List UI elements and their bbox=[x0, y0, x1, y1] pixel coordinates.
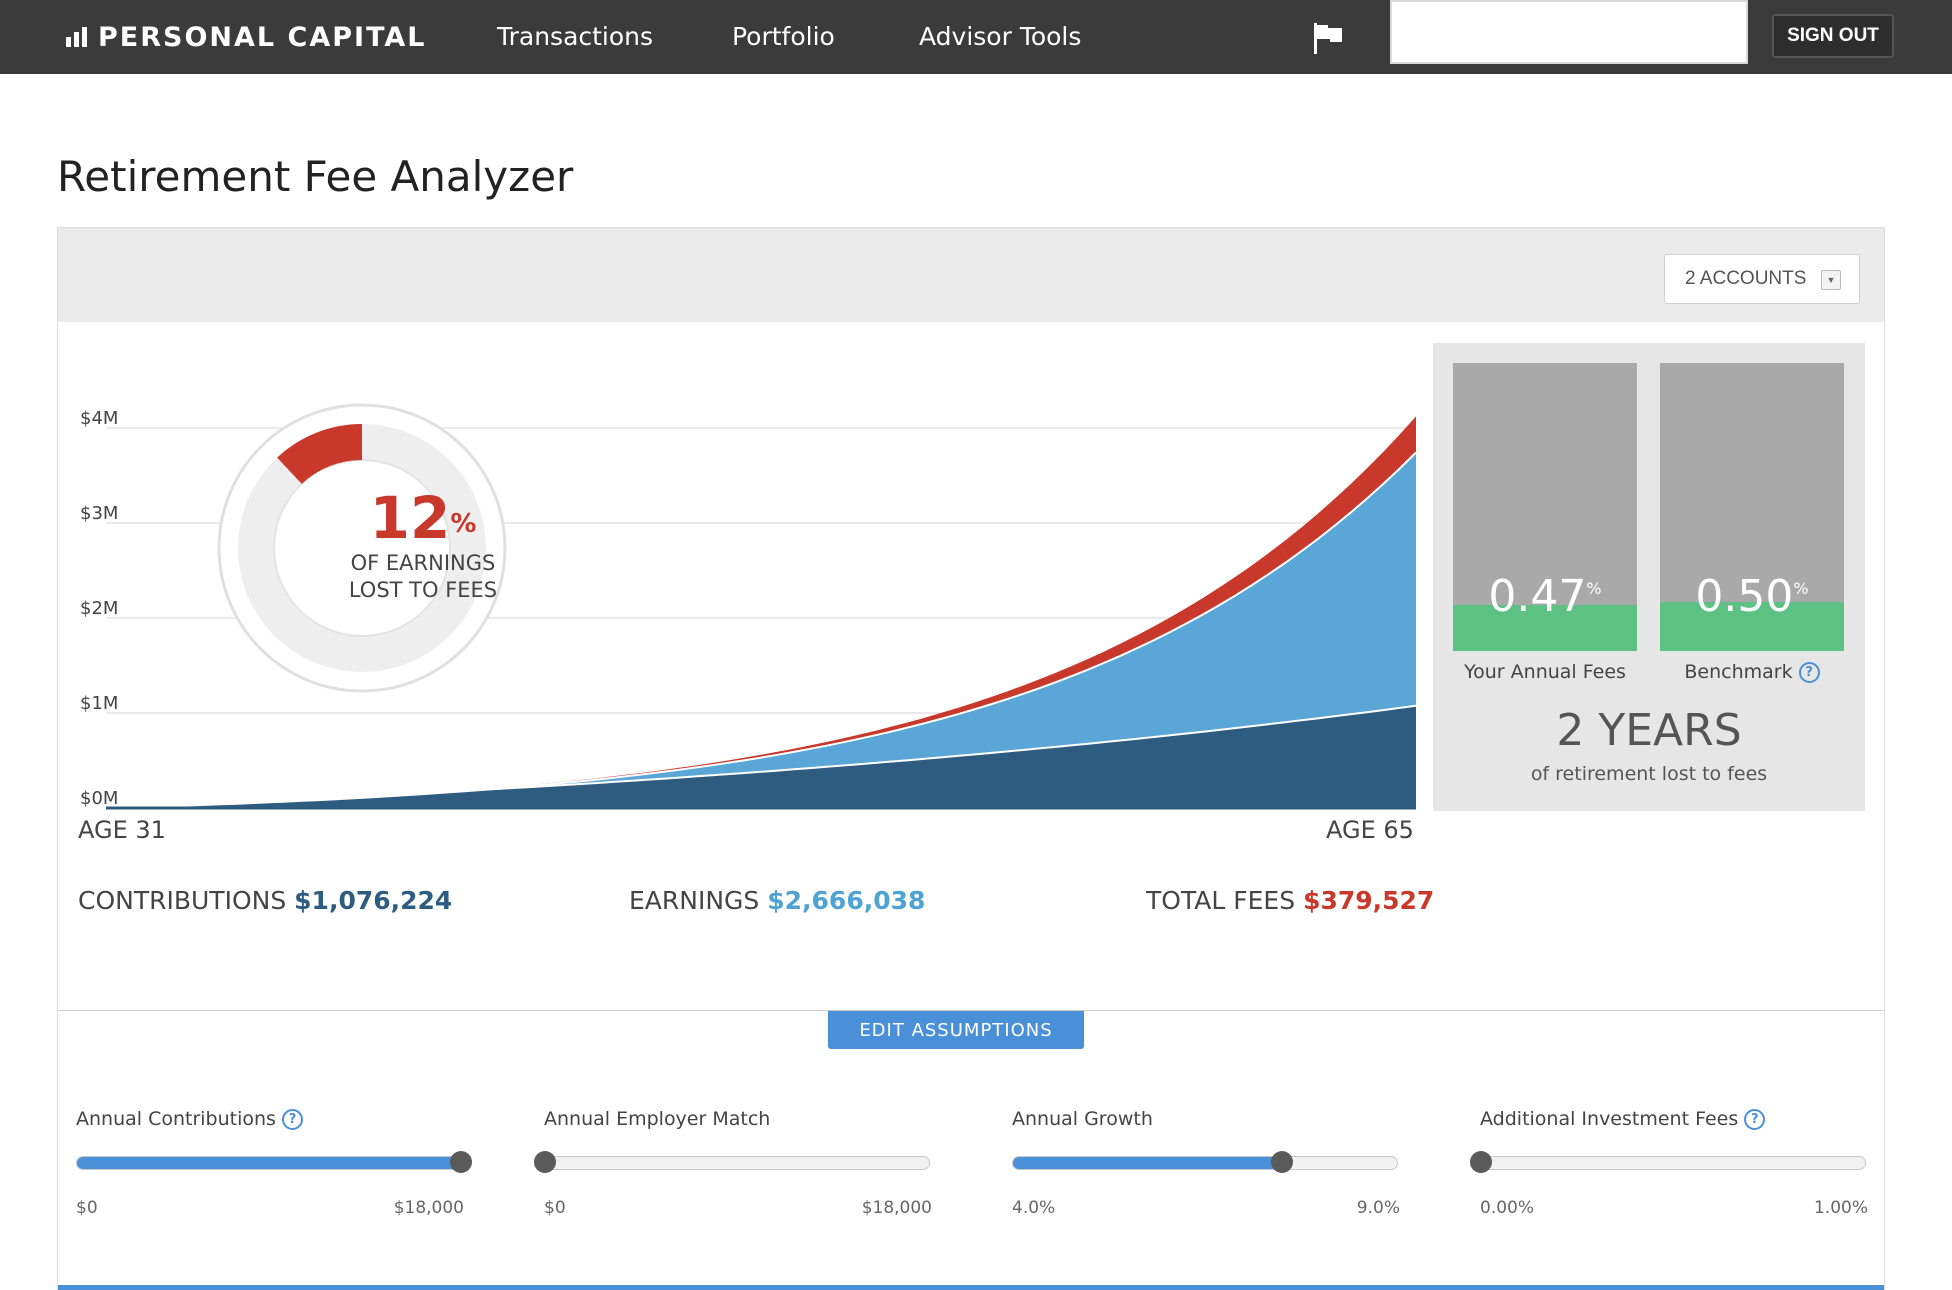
slider-fill bbox=[77, 1157, 461, 1169]
benchmark-number: 0.50 bbox=[1695, 571, 1794, 622]
slider-additional-investment-fees: Additional Investment Fees ? 0.00% 1.00% bbox=[1470, 1108, 1868, 1218]
brand-logo[interactable]: PERSONAL CAPITAL bbox=[66, 18, 427, 56]
brand-name: PERSONAL CAPITAL bbox=[98, 21, 427, 53]
earnings-label: EARNINGS bbox=[629, 886, 760, 915]
nav-link-portfolio[interactable]: Portfolio bbox=[732, 22, 835, 51]
bottom-accent-line bbox=[58, 1285, 1884, 1290]
slider-max-label: 1.00% bbox=[1813, 1198, 1868, 1218]
sign-out-button[interactable]: SIGN OUT bbox=[1772, 14, 1894, 58]
slider-label-text: Annual Growth bbox=[1012, 1108, 1153, 1130]
chevron-down-icon: ▼ bbox=[1821, 270, 1841, 290]
help-icon[interactable]: ? bbox=[1798, 662, 1820, 683]
your-fees-unit: % bbox=[1586, 579, 1602, 598]
edit-assumptions-button[interactable]: EDIT ASSUMPTIONS bbox=[828, 1011, 1084, 1049]
slider-fill bbox=[1013, 1157, 1282, 1169]
total-fees-value: $379,527 bbox=[1303, 886, 1435, 915]
search-input[interactable] bbox=[1390, 0, 1748, 64]
accounts-dropdown[interactable]: 2 ACCOUNTS ▼ bbox=[1664, 254, 1860, 304]
slider-label: Annual Growth bbox=[1012, 1108, 1400, 1138]
your-fees-caption: Your Annual Fees bbox=[1464, 661, 1626, 683]
slider-label-text: Annual Employer Match bbox=[544, 1108, 771, 1130]
years-lost-caption: of retirement lost to fees bbox=[1530, 763, 1768, 785]
your-fees-bar: 0.47% bbox=[1453, 363, 1637, 651]
accounts-dropdown-value: 2 ACCOUNTS bbox=[1685, 268, 1807, 289]
slider-min-label: 0.00% bbox=[1480, 1198, 1535, 1218]
slider-track[interactable] bbox=[1470, 1151, 1866, 1173]
slider-min-label: $0 bbox=[544, 1198, 566, 1218]
donut-line-2: LOST TO FEES bbox=[348, 578, 498, 602]
years-lost-value: 2 YEARS bbox=[1556, 705, 1742, 756]
slider-max-label: 9.0% bbox=[1356, 1198, 1400, 1218]
nav-link-transactions[interactable]: Transactions bbox=[497, 22, 653, 51]
fee-comparison-box: 0.47% Your Annual Fees 0.50% Benchmark ?… bbox=[1433, 343, 1865, 811]
y-tick-label: $1M bbox=[80, 693, 118, 714]
x-axis-start-label: AGE 31 bbox=[78, 816, 166, 844]
slider-min-label: 4.0% bbox=[1012, 1198, 1056, 1218]
benchmark-caption: Benchmark ? bbox=[1660, 661, 1844, 683]
x-axis-end-label: AGE 65 bbox=[1326, 816, 1414, 844]
slider-label: Annual Contributions ? bbox=[76, 1108, 464, 1138]
slider-annual-employer-match: Annual Employer Match $0 $18,000 bbox=[534, 1108, 932, 1218]
slider-annual-growth: Annual Growth 4.0% 9.0% bbox=[1012, 1108, 1400, 1218]
donut-label: 12% OF EARNINGS LOST TO FEES bbox=[253, 486, 593, 604]
slider-track[interactable] bbox=[76, 1151, 472, 1173]
slider-label-text: Additional Investment Fees bbox=[1480, 1108, 1739, 1130]
contributions-value: $1,076,224 bbox=[294, 886, 453, 915]
flag-icon[interactable] bbox=[1310, 20, 1346, 56]
y-tick-label: $3M bbox=[80, 503, 118, 524]
y-tick-label: $2M bbox=[80, 598, 118, 619]
slider-min-label: $0 bbox=[76, 1198, 98, 1218]
fee-analyzer-panel: 2 ACCOUNTS ▼ $4M $3M $2M $1M $0M 12% OF EARN… bbox=[57, 227, 1885, 1290]
benchmark-value: 0.50% bbox=[1660, 571, 1844, 622]
slider-label: Annual Employer Match bbox=[544, 1108, 932, 1138]
donut-percent-sign: % bbox=[450, 509, 477, 539]
help-icon[interactable]: ? bbox=[1744, 1109, 1766, 1130]
slider-track[interactable] bbox=[534, 1151, 930, 1173]
slider-track[interactable] bbox=[1012, 1151, 1398, 1173]
help-icon[interactable]: ? bbox=[282, 1109, 304, 1130]
bar-chart-icon bbox=[66, 27, 90, 47]
slider-handle[interactable] bbox=[1470, 1151, 1492, 1173]
donut-percent: 12% bbox=[253, 486, 593, 550]
slider-label-text: Annual Contributions bbox=[76, 1108, 276, 1130]
donut-percent-value: 12 bbox=[369, 484, 451, 552]
benchmark-caption-text: Benchmark bbox=[1684, 661, 1793, 683]
earnings-summary: EARNINGS $2,666,038 bbox=[629, 886, 925, 915]
contributions-summary: CONTRIBUTIONS $1,076,224 bbox=[78, 886, 452, 915]
total-fees-summary: TOTAL FEES $379,527 bbox=[1146, 886, 1434, 915]
donut-line-1: OF EARNINGS bbox=[350, 551, 496, 575]
slider-handle[interactable] bbox=[534, 1151, 556, 1173]
page-title: Retirement Fee Analyzer bbox=[57, 152, 574, 201]
nav-link-advisor-tools[interactable]: Advisor Tools bbox=[919, 22, 1081, 51]
slider-handle[interactable] bbox=[450, 1151, 472, 1173]
earnings-value: $2,666,038 bbox=[767, 886, 926, 915]
top-nav: PERSONAL CAPITAL Transactions Portfolio … bbox=[0, 0, 1952, 74]
your-fees-value: 0.47% bbox=[1453, 571, 1637, 622]
contributions-label: CONTRIBUTIONS bbox=[78, 886, 287, 915]
your-fees-number: 0.47 bbox=[1488, 571, 1587, 622]
y-tick-label: $0M bbox=[80, 788, 118, 809]
slider-label: Additional Investment Fees ? bbox=[1480, 1108, 1868, 1138]
slider-handle[interactable] bbox=[1270, 1151, 1293, 1173]
slider-max-label: $18,000 bbox=[393, 1198, 464, 1218]
slider-annual-contributions: Annual Contributions ? $0 $18,000 bbox=[76, 1108, 472, 1218]
y-tick-label: $4M bbox=[80, 408, 118, 429]
slider-max-label: $18,000 bbox=[861, 1198, 932, 1218]
benchmark-bar: 0.50% bbox=[1660, 363, 1844, 651]
benchmark-unit: % bbox=[1793, 579, 1809, 598]
total-fees-label: TOTAL FEES bbox=[1146, 886, 1296, 915]
